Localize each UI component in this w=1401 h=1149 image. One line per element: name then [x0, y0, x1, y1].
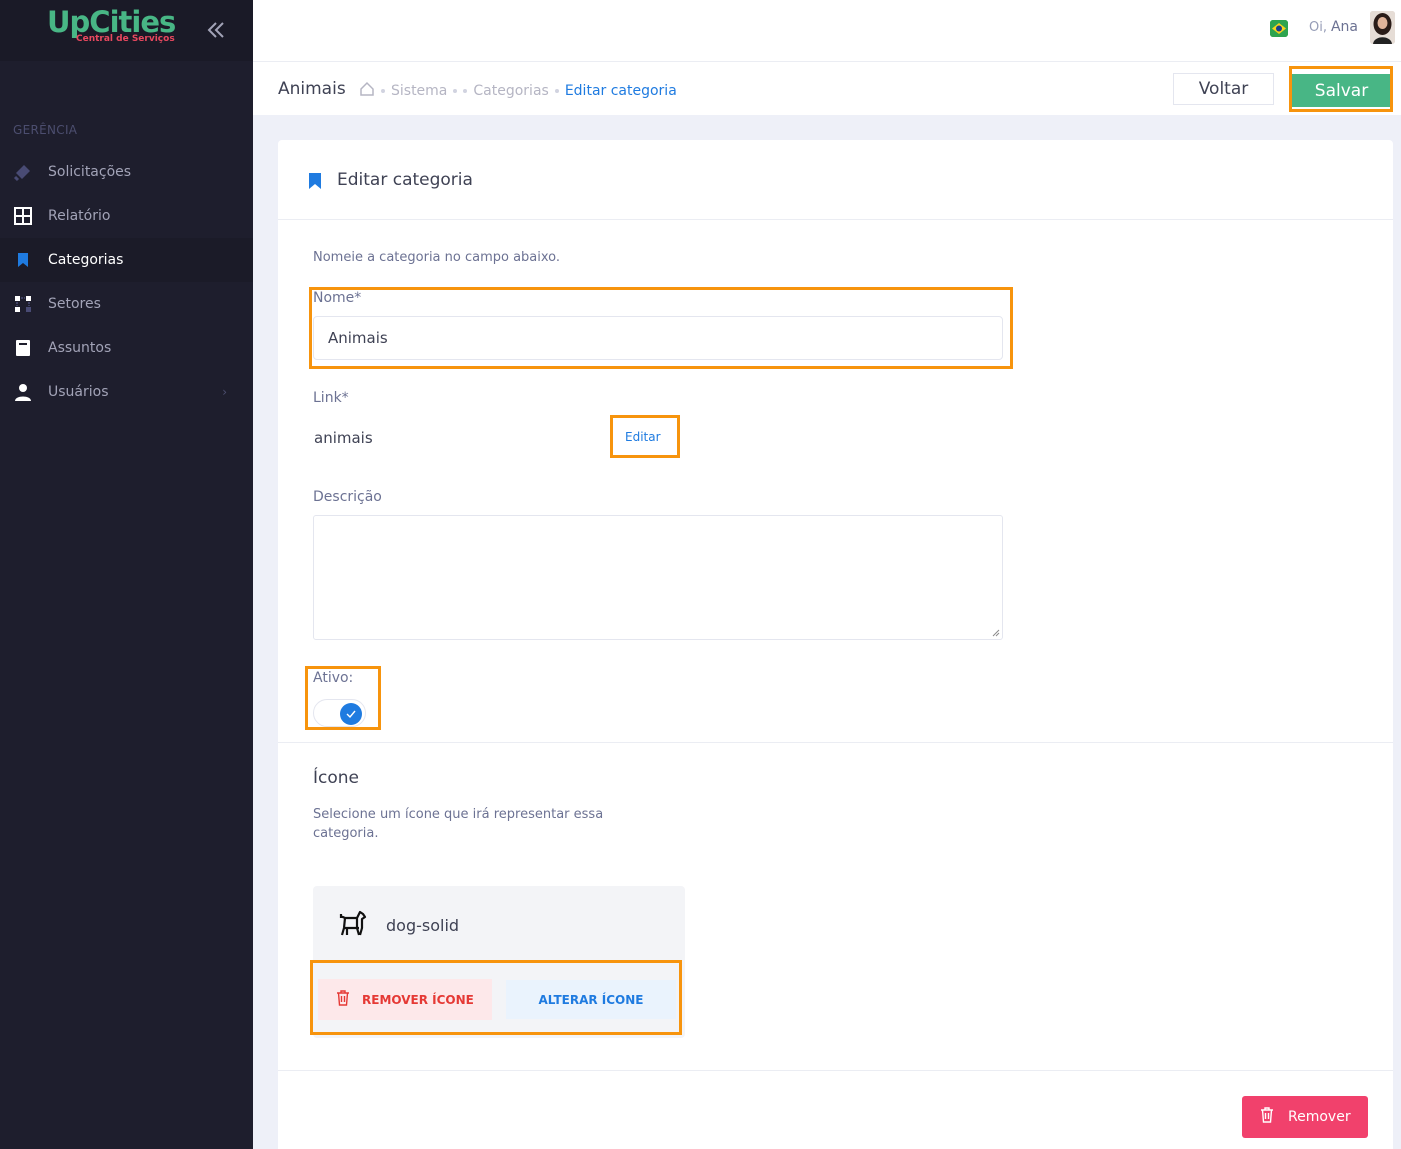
trash-icon	[1260, 1107, 1274, 1127]
sidebar-item-setores[interactable]: Setores	[0, 282, 253, 326]
name-label: Nome*	[313, 290, 362, 306]
topbar: Oi, Ana	[253, 0, 1401, 61]
remove-icon-button[interactable]: REMOVER ÍCONE	[318, 979, 492, 1020]
active-toggle[interactable]	[313, 699, 366, 727]
subheader: Animais Sistema Categorias Editar catego…	[253, 61, 1401, 115]
name-value: Animais	[328, 329, 388, 347]
change-icon-button[interactable]: ALTERAR ÍCONE	[506, 980, 676, 1019]
divider	[278, 1070, 1393, 1071]
book-icon	[12, 337, 34, 359]
greeting-text: Oi,	[1309, 20, 1327, 35]
breadcrumb-separator	[453, 89, 458, 93]
divider	[278, 742, 1393, 743]
sidebar-item-label: Usuários	[48, 384, 109, 400]
trash-icon	[336, 990, 350, 1009]
icon-name: dog-solid	[386, 916, 460, 935]
breadcrumb-separator	[381, 89, 385, 93]
sidebar-item-label: Assuntos	[48, 340, 112, 356]
sidebar-item-relatorio[interactable]: Relatório	[0, 194, 253, 238]
icon-section-title: Ícone	[313, 768, 359, 788]
link-value: animais	[314, 429, 373, 447]
brazil-flag-icon[interactable]	[1270, 20, 1288, 37]
nodes-icon	[12, 293, 34, 315]
description-field[interactable]	[313, 515, 1003, 640]
logo-tagline: Central de Serviços	[76, 34, 175, 44]
sidebar-item-label: Categorias	[48, 252, 124, 268]
menu-section-label: GERÊNCIA	[13, 123, 78, 137]
edit-link-button[interactable]: Editar	[625, 430, 661, 444]
remove-category-button[interactable]: Remover	[1242, 1096, 1368, 1138]
resize-grip-icon[interactable]	[992, 629, 1000, 637]
collapse-sidebar-icon[interactable]	[203, 17, 229, 43]
chevron-right-icon: ›	[222, 385, 227, 399]
sidebar-menu: Solicitações Relatório Categorias Setore…	[0, 150, 253, 414]
user-name: Ana	[1330, 19, 1359, 35]
breadcrumb-separator	[554, 89, 559, 93]
sidebar-item-categorias[interactable]: Categorias	[0, 238, 253, 282]
sidebar-item-label: Relatório	[48, 208, 111, 224]
breadcrumb-categorias[interactable]: Categorias	[473, 83, 548, 99]
user-icon	[12, 381, 34, 403]
edit-category-card: Editar categoria Nomeie a categoria no c…	[278, 140, 1393, 1149]
user-greeting[interactable]: Oi, Ana	[1309, 19, 1358, 35]
dog-icon	[337, 908, 367, 942]
breadcrumb: Sistema Categorias Editar categoria	[359, 81, 677, 101]
card-header: Editar categoria	[278, 140, 1393, 220]
sidebar-item-label: Solicitações	[48, 164, 132, 180]
logo[interactable]: UpCities Central de Serviços	[47, 6, 176, 44]
home-icon[interactable]	[359, 81, 375, 101]
sidebar-item-solicitacoes[interactable]: Solicitações	[0, 150, 253, 194]
brand: UpCities Central de Serviços	[0, 0, 253, 61]
remove-category-label: Remover	[1288, 1109, 1351, 1125]
active-label: Ativo:	[313, 670, 354, 686]
sidebar-item-label: Setores	[48, 296, 101, 312]
avatar[interactable]	[1370, 11, 1395, 44]
icon-section-hint: Selecione um ícone que irá representar e…	[313, 807, 604, 841]
sidebar: UpCities Central de Serviços GERÊNCIA So…	[0, 0, 253, 1149]
bookmark-icon	[12, 249, 34, 271]
name-field[interactable]: Animais	[313, 316, 1003, 360]
remove-icon-label: REMOVER ÍCONE	[362, 992, 474, 1007]
breadcrumb-current: Editar categoria	[564, 83, 677, 99]
sidebar-item-assuntos[interactable]: Assuntos	[0, 326, 253, 370]
breadcrumb-separator	[463, 89, 468, 93]
page-title: Animais	[278, 79, 346, 99]
form-hint: Nomeie a categoria no campo abaixo.	[313, 250, 561, 265]
bookmark-icon	[308, 172, 322, 194]
check-icon	[340, 703, 362, 725]
grid-icon	[12, 205, 34, 227]
description-label: Descrição	[313, 489, 382, 505]
link-label: Link*	[313, 390, 349, 406]
breadcrumb-sistema[interactable]: Sistema	[391, 83, 447, 99]
back-button[interactable]: Voltar	[1173, 73, 1274, 105]
ticket-icon	[12, 161, 34, 183]
card-title: Editar categoria	[337, 170, 473, 190]
sidebar-item-usuarios[interactable]: Usuários ›	[0, 370, 253, 414]
save-button[interactable]: Salvar	[1292, 74, 1391, 107]
